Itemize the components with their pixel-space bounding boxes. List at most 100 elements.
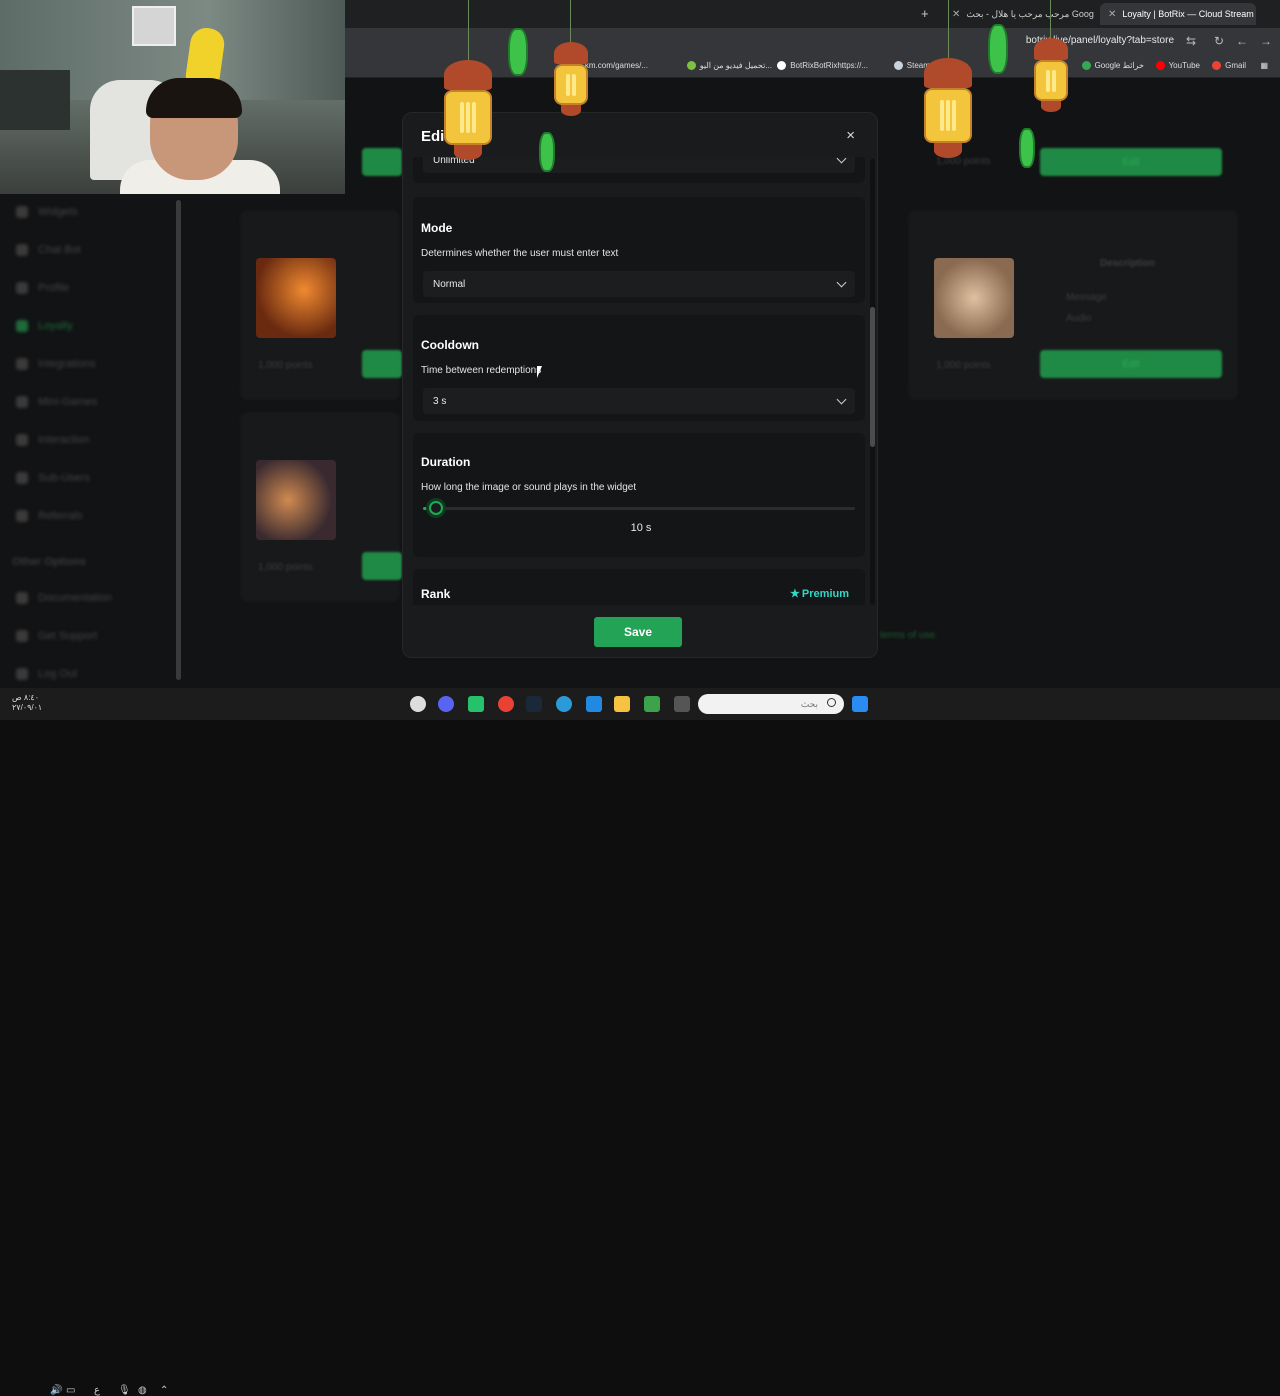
sidebar-item-chat-bot[interactable]: Chat Bot: [16, 244, 81, 256]
cooldown-select[interactable]: 3 s: [423, 388, 855, 414]
maps-icon: [1081, 61, 1091, 70]
sidebar-item-sub-users[interactable]: Sub-Users: [16, 472, 90, 484]
lantern-decoration: [444, 60, 492, 160]
mode-select[interactable]: Normal: [423, 271, 855, 297]
bookmark-gmail[interactable]: Gmail: [1212, 61, 1246, 70]
modal-scrollbar[interactable]: [870, 159, 875, 605]
sidebar-item-widgets[interactable]: Widgets: [16, 206, 78, 218]
file-explorer-icon[interactable]: [614, 696, 630, 712]
store-icon[interactable]: [644, 696, 660, 712]
users-icon: [16, 472, 28, 484]
close-tab-icon[interactable]: ✕: [952, 9, 960, 20]
bookmark-botrix[interactable]: BotRixBotRixhttps://...: [777, 61, 868, 70]
duration-description: How long the image or sound plays in the…: [421, 482, 637, 493]
bookmark-games[interactable]: km.com/games/...: [585, 61, 648, 70]
taskbar-clock[interactable]: ٨:٤٠ ص ٢٧/٠٩/٠١: [12, 693, 42, 713]
lantern-string: [1050, 0, 1051, 40]
rank-title: Rank: [421, 587, 451, 601]
network-icon[interactable]: ◍: [138, 1385, 147, 1396]
forward-icon[interactable]: →: [1260, 34, 1272, 48]
tab-loyalty[interactable]: ✕ Loyalty | BotRix — Cloud Stream: [1100, 3, 1256, 25]
cooldown-description: Time between redemptions: [421, 365, 542, 376]
obs-icon[interactable]: [410, 696, 426, 712]
referrals-icon: [16, 510, 28, 522]
volume-icon[interactable]: 🔊: [50, 1385, 62, 1396]
premium-label: Premium: [801, 587, 849, 600]
sidebar-item-integrations[interactable]: Integrations: [16, 358, 95, 370]
steam-icon[interactable]: [526, 696, 542, 712]
edit-button[interactable]: [362, 350, 402, 378]
support-icon: [16, 630, 28, 642]
sidebar-item-support[interactable]: Get Support: [16, 630, 97, 642]
show-hidden-icons-icon[interactable]: ⌃: [160, 1385, 168, 1396]
games-icon: [16, 396, 28, 408]
modal-scroll-area: Unlimited Mode Determines whether the us…: [403, 157, 877, 605]
terms-link[interactable]: terms of use.: [880, 630, 938, 641]
app-green-icon[interactable]: [468, 696, 484, 712]
sidebar-item-loyalty[interactable]: Loyalty: [16, 320, 73, 332]
chrome-icon[interactable]: [498, 696, 514, 712]
duration-value: 10 s: [630, 522, 652, 534]
sidebar-scrollbar[interactable]: [176, 200, 181, 680]
microphone-icon[interactable]: 🎙: [118, 1385, 131, 1396]
sidebar-item-profile[interactable]: Profile: [16, 282, 69, 294]
premium-badge: ★ Premium: [790, 587, 849, 601]
edge-icon[interactable]: [556, 696, 572, 712]
sidebar-item-referrals[interactable]: Referrals: [16, 510, 83, 522]
sidebar-item-documentation[interactable]: Documentation: [16, 592, 112, 604]
sidebar-item-logout[interactable]: Log Out: [16, 668, 77, 680]
duration-slider[interactable]: [423, 501, 855, 515]
bookmark-youtube[interactable]: YouTube: [1155, 61, 1200, 70]
taskbar-search[interactable]: بحث: [698, 694, 844, 714]
description-label: Description: [1100, 258, 1156, 269]
chevron-down-icon: [836, 277, 847, 287]
bookmark-video-download[interactable]: تحميل فيديو من اليو...: [686, 61, 772, 70]
edit-button[interactable]: [362, 552, 402, 580]
site-settings-icon[interactable]: ⇆: [1186, 34, 1196, 48]
sidebar-item-label: Get Support: [38, 630, 98, 642]
reload-icon[interactable]: ↻: [1214, 34, 1224, 48]
back-icon[interactable]: ←: [1236, 34, 1248, 48]
bookmark-label: YouTube: [1168, 61, 1200, 70]
clock-time: ٨:٤٠ ص: [12, 693, 40, 702]
sidebar-item-interaction[interactable]: Interaction: [16, 434, 89, 446]
bookmark-label: Google خرائط: [1094, 61, 1144, 70]
language-indicator[interactable]: ع: [94, 1385, 100, 1396]
mode-description: Determines whether the user must enter t…: [421, 248, 619, 259]
clock-date: ٢٧/٠٩/٠١: [12, 703, 43, 712]
bookmark-label: BotRixBotRixhttps://...: [790, 61, 868, 70]
app-icon[interactable]: [586, 696, 602, 712]
sidebar-item-label: Referrals: [38, 510, 83, 522]
lantern-string: [948, 0, 949, 58]
windows-start-icon[interactable]: [852, 696, 868, 712]
apps-icon[interactable]: ▦: [1260, 61, 1268, 70]
duration-section: Duration How long the image or sound pla…: [413, 433, 865, 557]
download-icon: [686, 61, 696, 70]
gmail-icon: [1212, 61, 1222, 70]
close-icon[interactable]: ×: [846, 127, 855, 144]
modal-scrollbar-thumb[interactable]: [870, 307, 875, 447]
duration-slider-handle[interactable]: [429, 501, 443, 515]
tab-google-search[interactable]: ✕ مرحب مرحب يا هلال - بحث Google: [944, 3, 1094, 25]
battery-icon[interactable]: ▭: [66, 1385, 75, 1396]
close-tab-icon[interactable]: ✕: [1108, 9, 1116, 20]
sidebar-item-mini-games[interactable]: Mini-Games: [16, 396, 97, 408]
edit-button[interactable]: [362, 148, 402, 176]
logout-icon: [16, 668, 28, 680]
sidebar-item-label: Sub-Users: [38, 472, 90, 484]
points-label: 1,000 points: [258, 360, 313, 371]
task-view-icon[interactable]: [674, 696, 690, 712]
lantern-string: [468, 0, 469, 62]
new-tab-button[interactable]: +: [921, 6, 929, 21]
edit-button[interactable]: Edit: [1040, 148, 1222, 176]
reward-image: [256, 258, 336, 338]
bookmark-maps[interactable]: Google خرائط: [1081, 61, 1144, 70]
edit-button[interactable]: Edit: [1040, 350, 1222, 378]
taskbar: ⌃ ◍ 🎙 ع ▭ 🔊: [0, 688, 1280, 1396]
music-icon: [16, 434, 28, 446]
points-label: 1,000 points: [258, 562, 313, 573]
discord-icon[interactable]: [438, 696, 454, 712]
limit-section: Unlimited: [413, 157, 865, 183]
webcam-person-hair: [146, 78, 242, 118]
save-button[interactable]: Save: [594, 617, 682, 647]
